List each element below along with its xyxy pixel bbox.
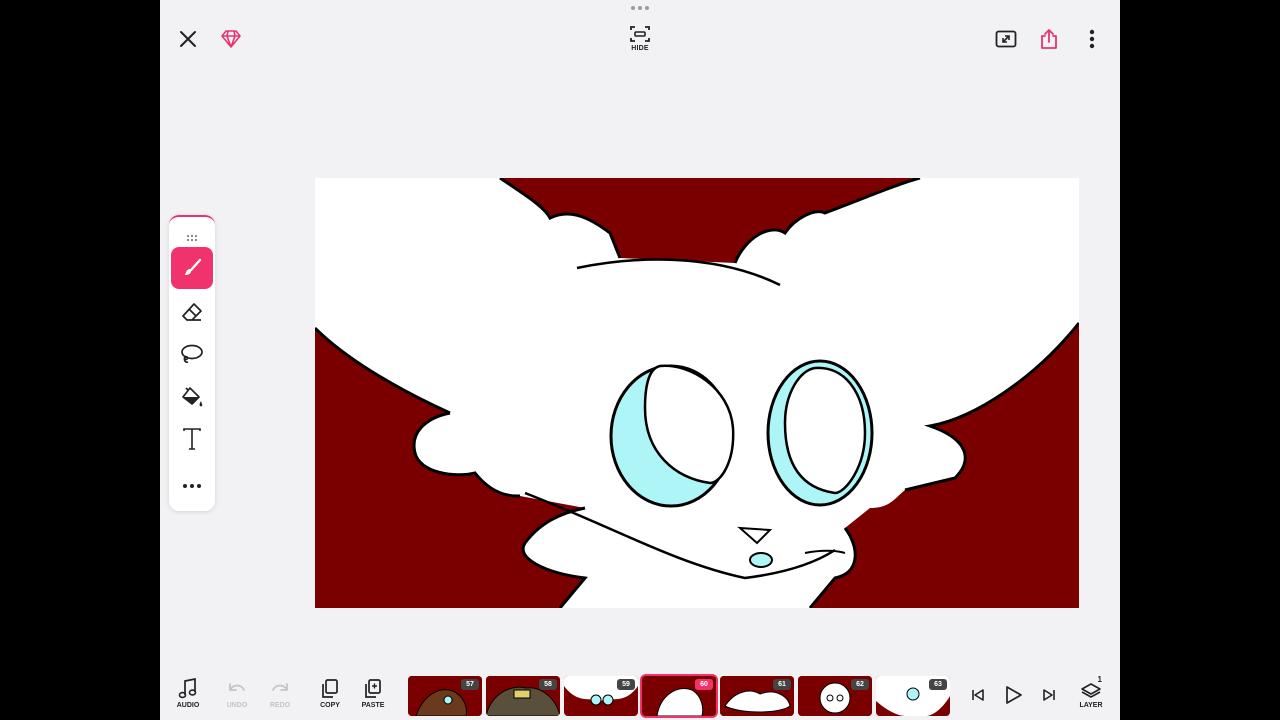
frame-number: 57 [461, 679, 479, 690]
frame-timeline: 57 58 59 60 61 62 63 [408, 676, 950, 716]
copy-icon [322, 679, 338, 698]
paste-button[interactable]: PASTE [353, 678, 393, 718]
close-icon [180, 31, 196, 47]
redo-label: REDO [269, 702, 291, 709]
skip-back-icon [972, 689, 984, 701]
play-button[interactable] [1000, 682, 1026, 708]
hide-ui-icon [630, 26, 650, 42]
text-icon [183, 428, 201, 450]
tool-palette [169, 215, 215, 511]
eraser-icon [182, 303, 202, 321]
layer-label: LAYER [1079, 702, 1103, 709]
frame-number: 60 [695, 679, 713, 690]
drag-handle-icon[interactable] [186, 229, 198, 247]
previous-frame-button[interactable] [968, 684, 988, 706]
redo-button[interactable]: REDO [260, 678, 300, 718]
frame-thumbnail[interactable]: 62 [798, 676, 872, 716]
diamond-icon [221, 30, 241, 48]
next-frame-button[interactable] [1039, 684, 1059, 706]
frame-number: 62 [851, 679, 869, 690]
share-button[interactable] [1037, 26, 1061, 52]
premium-button[interactable] [219, 27, 243, 51]
paint-bucket-icon [182, 387, 203, 407]
music-note-icon [178, 678, 197, 699]
flipaclip-app: HIDE AUDIO UNDO REDO COPY PASTE 57 58 59… [160, 0, 1120, 720]
frame-thumbnail[interactable]: 58 [486, 676, 560, 716]
fill-tool[interactable] [171, 376, 213, 418]
frame-thumbnail[interactable]: 63 [876, 676, 950, 716]
hide-label: HIDE [631, 45, 649, 52]
layer-count: 1 [1097, 675, 1102, 684]
close-button[interactable] [176, 27, 200, 51]
paste-icon [365, 679, 381, 698]
lasso-icon [181, 344, 203, 363]
resize-icon [995, 30, 1017, 48]
audio-label: AUDIO [176, 702, 200, 709]
more-horizontal-icon [183, 484, 201, 488]
brush-tool[interactable] [171, 247, 213, 289]
hide-ui-button[interactable]: HIDE [622, 25, 658, 59]
more-vertical-icon [1089, 29, 1095, 49]
layer-button[interactable]: 1 LAYER [1071, 675, 1111, 718]
frame-number: 59 [617, 679, 635, 690]
more-options-button[interactable] [1080, 27, 1104, 51]
drawing-canvas[interactable] [313, 176, 1081, 609]
frame-thumbnail-current[interactable]: 60 [642, 676, 716, 716]
lasso-tool[interactable] [171, 333, 213, 375]
brush-icon [185, 258, 202, 275]
top-bar: HIDE [160, 0, 1120, 80]
frame-number: 58 [539, 679, 557, 690]
eraser-tool[interactable] [171, 291, 213, 333]
frame-thumbnail[interactable]: 57 [408, 676, 482, 716]
undo-button[interactable]: UNDO [217, 678, 257, 718]
copy-label: COPY [320, 702, 340, 709]
artwork [313, 176, 1081, 609]
audio-button[interactable]: AUDIO [168, 678, 208, 718]
copy-button[interactable]: COPY [310, 678, 350, 718]
play-icon [1006, 686, 1022, 704]
resize-canvas-button[interactable] [994, 27, 1018, 51]
undo-icon [229, 683, 245, 691]
share-icon [1041, 29, 1057, 49]
frame-number: 61 [773, 679, 791, 690]
bottom-bar: AUDIO UNDO REDO COPY PASTE 57 58 59 60 6… [160, 672, 1120, 720]
undo-label: UNDO [226, 702, 248, 709]
frame-thumbnail[interactable]: 59 [564, 676, 638, 716]
frame-number: 63 [929, 679, 947, 690]
paste-label: PASTE [361, 702, 385, 709]
skip-forward-icon [1043, 689, 1055, 701]
frame-thumbnail[interactable]: 61 [720, 676, 794, 716]
redo-icon [272, 683, 288, 691]
text-tool[interactable] [171, 418, 213, 460]
more-tools-button[interactable] [171, 465, 213, 507]
